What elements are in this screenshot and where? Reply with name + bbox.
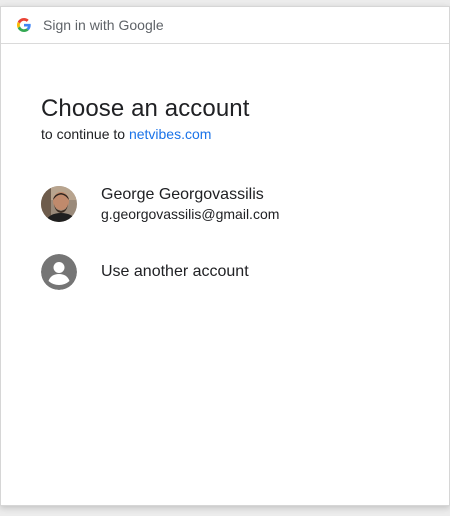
use-another-account-label: Use another account xyxy=(101,263,249,280)
subtitle: to continue to netvibes.com xyxy=(41,126,449,142)
user-photo-avatar xyxy=(41,186,77,222)
account-item-george[interactable]: George Georgovassilis g.georgovassilis@g… xyxy=(41,174,449,234)
account-name: George Georgovassilis xyxy=(101,186,264,203)
generic-person-icon xyxy=(41,254,77,290)
popup-title: Sign in with Google xyxy=(43,17,164,33)
popup-header: Sign in with Google xyxy=(1,7,449,44)
sign-in-popup: Sign in with Google Choose an account to… xyxy=(0,6,450,506)
account-email: g.georgovassilis@gmail.com xyxy=(101,206,280,222)
account-list: George Georgovassilis g.georgovassilis@g… xyxy=(41,174,449,302)
page-title: Choose an account xyxy=(41,95,250,122)
google-g-icon xyxy=(17,18,31,32)
account-text: George Georgovassilis g.georgovassilis@g… xyxy=(101,185,279,223)
site-link[interactable]: netvibes.com xyxy=(129,126,211,142)
subtitle-prefix: to continue to xyxy=(41,126,126,142)
account-chooser: Choose an account to continue to netvibe… xyxy=(41,95,449,302)
use-another-account-button[interactable]: Use another account xyxy=(41,242,449,302)
